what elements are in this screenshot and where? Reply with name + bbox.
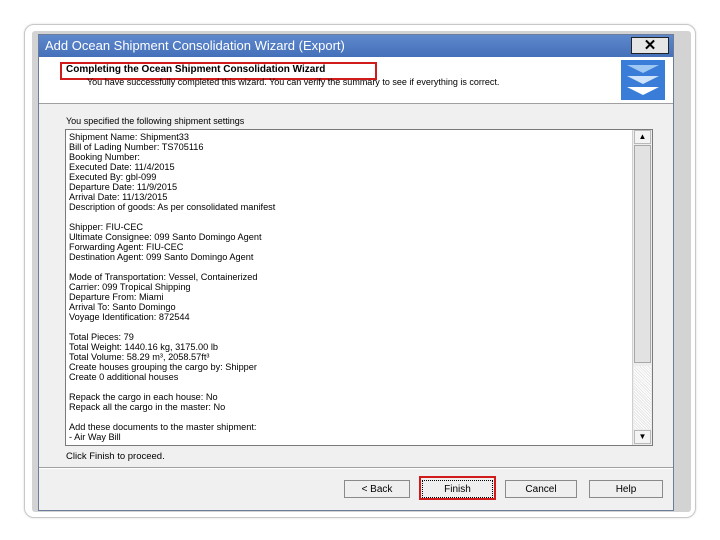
summary-line: Mode of Transportation: Vessel, Containe…	[69, 272, 258, 282]
summary-line: Total Weight: 1440.16 kg, 3175.00 lb	[69, 342, 218, 352]
summary-line: Booking Number:	[69, 152, 140, 162]
summary-line: Repack all the cargo in the master: No	[69, 402, 226, 412]
summary-line: Arrival Date: 11/13/2015	[69, 192, 168, 202]
footer-separator	[39, 467, 673, 469]
summary-line: - Air Way Bill	[69, 432, 121, 442]
footer-note: Click Finish to proceed.	[66, 451, 165, 462]
summary-line: Repack the cargo in each house: No	[69, 392, 218, 402]
summary-line: Total Pieces: 79	[69, 332, 134, 342]
summary-line: Departure Date: 11/9/2015	[69, 182, 178, 192]
summary-line: Shipper: FIU-CEC	[69, 222, 144, 232]
wizard-header: Completing the Ocean Shipment Consolidat…	[39, 57, 673, 104]
header-description: You have successfully completed this wiz…	[87, 77, 500, 87]
title-bar[interactable]: Add Ocean Shipment Consolidation Wizard …	[39, 35, 673, 57]
summary-line: Arrival To: Santo Domingo	[69, 302, 176, 312]
summary-blank-line	[69, 212, 627, 222]
summary-label: You specified the following shipment set…	[66, 116, 245, 126]
scroll-up-icon: ▲	[638, 132, 647, 141]
summary-line: Description of goods: As per consolidate…	[69, 202, 276, 212]
summary-line: Executed Date: 11/4/2015	[69, 162, 175, 172]
summary-line: Create 0 additional houses	[69, 372, 179, 382]
summary-line: Ultimate Consignee: 099 Santo Domingo Ag…	[69, 232, 262, 242]
summary-line: Add these documents to the master shipme…	[69, 422, 257, 432]
scroll-down-button[interactable]: ▼	[634, 430, 651, 444]
window-title: Add Ocean Shipment Consolidation Wizard …	[45, 38, 345, 53]
help-button[interactable]: Help	[589, 480, 663, 498]
back-button[interactable]: < Back	[344, 480, 410, 498]
summary-blank-line	[69, 382, 627, 392]
summary-blank-line	[69, 322, 627, 332]
scroll-thumb[interactable]	[634, 145, 651, 363]
summary-line: Destination Agent: 099 Santo Domingo Age…	[69, 252, 254, 262]
summary-textbox[interactable]: Shipment Name: Shipment33 Bill of Lading …	[65, 129, 653, 446]
scroll-track[interactable]	[634, 366, 651, 429]
summary-line: Voyage Identification: 872544	[69, 312, 190, 322]
summary-line: Executed By: gbl-099	[69, 172, 157, 182]
summary-line: Carrier: 099 Tropical Shipping	[69, 282, 191, 292]
close-button[interactable]: ✕	[631, 37, 669, 54]
summary-blank-line	[69, 262, 627, 272]
header-title: Completing the Ocean Shipment Consolidat…	[66, 64, 326, 75]
scroll-down-icon: ▼	[638, 432, 647, 441]
summary-line: Bill of Lading Number: TS705116	[69, 142, 204, 152]
summary-text: Shipment Name: Shipment33 Bill of Lading …	[69, 132, 627, 442]
summary-line: Forwarding Agent: FIU-CEC	[69, 242, 184, 252]
summary-line: Create houses grouping the cargo by: Shi…	[69, 362, 257, 372]
summary-blank-line	[69, 412, 627, 422]
vertical-scrollbar[interactable]: ▲ ▼	[632, 130, 652, 445]
summary-line: Departure From: Miami	[69, 292, 164, 302]
wizard-window: Add Ocean Shipment Consolidation Wizard …	[38, 34, 674, 511]
summary-line: Total Volume: 58.29 m³, 2058.57ft³	[69, 352, 210, 362]
finish-button[interactable]: Finish	[422, 480, 493, 498]
cancel-button[interactable]: Cancel	[505, 480, 577, 498]
close-icon: ✕	[643, 37, 657, 54]
scroll-up-button[interactable]: ▲	[634, 130, 651, 144]
summary-line: Shipment Name: Shipment33	[69, 132, 190, 142]
wizard-logo-icon	[621, 60, 665, 100]
